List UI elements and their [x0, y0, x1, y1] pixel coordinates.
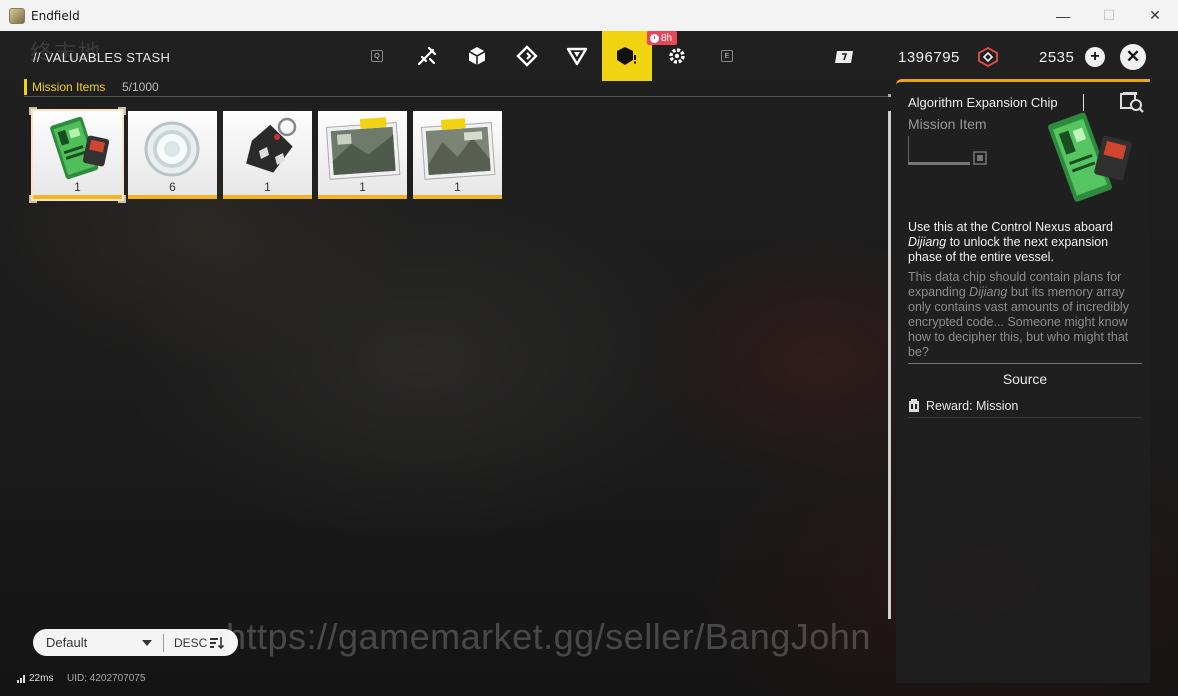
item-slot-photo-1[interactable]: 1	[318, 111, 407, 199]
sort-order-label: DESC	[174, 635, 208, 650]
top-bar: 终末地 // VALUABLES STASH Q E 8h 1396795 25…	[0, 31, 1178, 81]
minimize-button[interactable]: —	[1040, 0, 1086, 31]
category-label[interactable]: Mission Items	[32, 80, 105, 94]
item-qty: 1	[264, 180, 271, 194]
barcode-icon	[908, 136, 987, 165]
grid-scrollbar[interactable]	[888, 111, 891, 619]
detail-item-type: Mission Item	[908, 116, 987, 132]
sort-desc-icon	[210, 636, 225, 649]
item-slot-tag[interactable]: 1	[223, 111, 312, 199]
source-entry[interactable]: Reward: Mission	[908, 394, 1142, 418]
detail-description: Use this at the Control Nexus aboard Dij…	[908, 220, 1144, 265]
timer-badge-text: 8h	[661, 32, 673, 44]
inventory-tabs: Q E	[352, 31, 752, 81]
item-slot-algorithm-chip[interactable]: 1	[31, 109, 124, 201]
user-uid: UID: 4202707075	[67, 673, 146, 684]
watermark-text: https://gamemarket.gg/seller/BangJohn	[226, 616, 871, 657]
network-status: 22ms	[17, 673, 53, 684]
tab-equipment[interactable]	[452, 31, 502, 81]
mission-icon	[909, 398, 919, 412]
clock-icon	[650, 33, 659, 43]
scrollbar-thumb[interactable]	[888, 111, 891, 619]
origeometry-value: 2535	[1039, 48, 1075, 66]
sort-control: Default DESC	[33, 629, 238, 656]
desc-text: Use this at the Control Nexus aboard	[908, 220, 1113, 234]
app-icon	[9, 7, 25, 24]
e-key-hint: E	[721, 50, 733, 62]
plus-icon: +	[1090, 48, 1100, 65]
sort-divider	[163, 633, 164, 652]
sort-order-toggle[interactable]: DESC	[174, 635, 225, 650]
item-qty: 1	[454, 180, 461, 194]
diamond-arrow-icon	[516, 45, 538, 67]
chevron-down-icon[interactable]	[142, 639, 152, 646]
tab-prev-key[interactable]: Q	[352, 31, 402, 81]
category-accent	[24, 79, 27, 95]
close-stash-button[interactable]: ✕	[1120, 44, 1146, 70]
category-header: Mission Items 5/1000	[24, 77, 891, 97]
ping-value: 22ms	[29, 673, 54, 684]
tag-item-icon	[246, 117, 297, 173]
window-title: Endfield	[31, 8, 80, 23]
category-count: 5/1000	[122, 80, 159, 94]
detail-lore: This data chip should contain plans for …	[908, 270, 1144, 360]
divider	[908, 363, 1142, 364]
photo-item-icon	[420, 118, 496, 180]
divider-dot	[888, 94, 891, 97]
item-grid: 1 6 1 1 1	[31, 109, 502, 201]
timer-badge: 8h	[647, 31, 678, 45]
valuables-icon	[617, 47, 636, 65]
currency-credits: 1396795	[834, 45, 960, 69]
desc-emphasis: Dijiang	[908, 235, 947, 249]
cube-icon	[468, 47, 486, 65]
gear-icon	[669, 48, 685, 64]
tab-next-key[interactable]: E	[702, 31, 752, 81]
source-label: Reward: Mission	[926, 398, 1019, 413]
credits-value: 1396795	[898, 48, 960, 66]
item-qty: 6	[169, 180, 176, 194]
item-slot-disc[interactable]: 6	[128, 111, 217, 199]
disc-item-icon	[144, 121, 200, 177]
currency-origeometry: 2535	[977, 45, 1074, 69]
photo-item-icon	[325, 117, 401, 180]
ticket-icon	[835, 51, 853, 63]
item-slot-photo-2[interactable]: 1	[413, 111, 502, 199]
item-qty: 1	[359, 180, 366, 194]
triangle-icon	[566, 47, 588, 66]
item-qty: 1	[74, 180, 81, 194]
tab-valuables[interactable]	[602, 31, 652, 81]
add-currency-button[interactable]: +	[1085, 47, 1105, 67]
tab-consumables[interactable]	[552, 31, 602, 81]
tab-weapons[interactable]	[402, 31, 452, 81]
chip-item-art	[1048, 112, 1132, 202]
game-viewport: 终末地 // VALUABLES STASH Q E 8h 1396795 25…	[0, 31, 1178, 696]
signal-icon	[17, 674, 25, 683]
window-controls: — ☐ ✕	[1040, 0, 1178, 31]
close-icon: ✕	[1125, 47, 1141, 66]
lore-emphasis: Dijiang	[969, 285, 1008, 299]
window-titlebar: Endfield — ☐ ✕	[0, 0, 1178, 31]
weapon-icon	[417, 46, 437, 66]
q-key-hint: Q	[371, 50, 383, 62]
tab-materials[interactable]	[502, 31, 552, 81]
origeometry-icon	[978, 47, 998, 67]
page-title: // VALUABLES STASH	[33, 50, 171, 65]
sort-dropdown[interactable]: Default	[46, 635, 142, 650]
item-detail-panel: Algorithm Expansion Chip Mission Item Us…	[896, 79, 1150, 683]
chip-item-icon	[50, 116, 110, 180]
close-window-button[interactable]: ✕	[1132, 0, 1178, 31]
source-heading: Source	[1002, 371, 1048, 387]
maximize-button[interactable]: ☐	[1086, 0, 1132, 31]
